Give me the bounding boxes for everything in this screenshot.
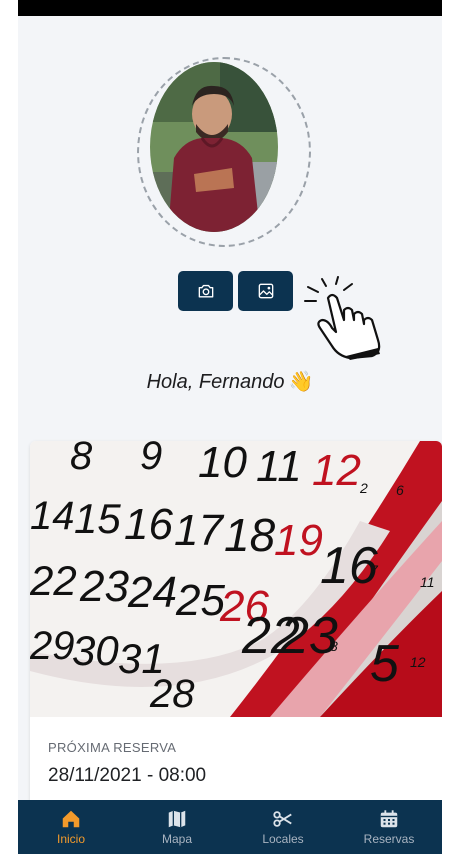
svg-text:8: 8 (330, 638, 338, 654)
greeting: Hola, Fernando 👋 (18, 369, 442, 394)
greeting-text: Hola, Fernando (146, 371, 285, 393)
svg-text:22: 22 (30, 557, 77, 604)
svg-text:7: 7 (370, 562, 379, 578)
svg-text:9: 9 (140, 441, 162, 478)
svg-text:16: 16 (124, 500, 173, 549)
svg-text:10: 10 (198, 441, 247, 487)
nav-item-locales[interactable]: Locales (230, 800, 336, 854)
svg-text:14: 14 (30, 494, 75, 538)
next-booking-datetime: 28/11/2021 - 08:00 (48, 765, 207, 786)
nav-label-reservas: Reservas (363, 832, 415, 846)
nav-item-mapa[interactable]: Mapa (124, 800, 230, 854)
wave-emoji: 👋 (288, 371, 314, 393)
gallery-button[interactable] (238, 271, 293, 311)
scissors-icon (273, 811, 292, 827)
svg-text:15: 15 (74, 495, 121, 542)
svg-text:5: 5 (370, 635, 400, 693)
avatar-photo (150, 62, 278, 232)
svg-text:24: 24 (127, 568, 177, 617)
svg-text:30: 30 (72, 627, 119, 674)
nav-label-locales: Locales (262, 832, 304, 846)
svg-text:8: 8 (70, 441, 93, 478)
nav-item-reservas[interactable]: Reservas (336, 800, 442, 854)
image-icon (258, 283, 273, 299)
svg-text:25: 25 (175, 576, 225, 625)
svg-text:23: 23 (79, 562, 129, 611)
svg-text:2: 2 (359, 480, 368, 496)
svg-text:12: 12 (410, 654, 426, 670)
svg-text:28: 28 (149, 672, 195, 716)
svg-text:23: 23 (279, 607, 338, 665)
svg-text:12: 12 (312, 446, 361, 495)
nav-item-inicio[interactable]: Inicio (18, 800, 124, 854)
svg-text:11: 11 (256, 442, 302, 491)
next-booking-card[interactable]: 8 9 10 11 12 14 15 16 17 18 19 22 23 24 … (30, 441, 442, 821)
avatar[interactable] (150, 62, 278, 232)
next-booking-label: PRÓXIMA RESERVA (48, 740, 177, 755)
svg-text:29: 29 (30, 624, 75, 668)
bottom-nav: Inicio Mapa Locales Reservas (18, 800, 442, 854)
map-icon (168, 810, 186, 828)
nav-label-inicio: Inicio (56, 832, 85, 846)
nav-label-mapa: Mapa (161, 832, 193, 846)
app-screen: Hola, Fernando 👋 8 9 10 11 12 14 15 16 17… (18, 0, 442, 854)
calendar-icon (380, 810, 398, 828)
svg-text:17: 17 (174, 506, 224, 555)
svg-text:6: 6 (396, 482, 404, 498)
calendar-photo: 8 9 10 11 12 14 15 16 17 18 19 22 23 24 … (30, 441, 442, 717)
svg-text:18: 18 (224, 509, 276, 561)
pointing-hand-icon (304, 276, 381, 360)
camera-icon (198, 284, 213, 298)
status-bar (18, 0, 442, 16)
home-icon (62, 810, 80, 828)
svg-text:19: 19 (274, 516, 323, 565)
camera-button[interactable] (178, 271, 233, 311)
svg-text:11: 11 (420, 574, 435, 590)
